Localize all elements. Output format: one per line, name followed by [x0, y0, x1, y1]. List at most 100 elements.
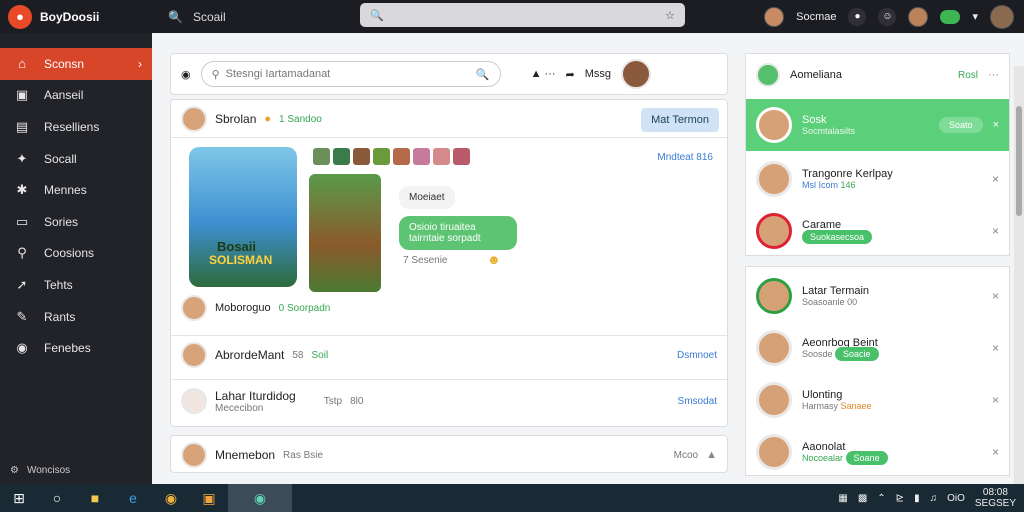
more-icon[interactable]: ··· — [988, 69, 999, 81]
like-icon[interactable]: ▲ ··· — [531, 68, 556, 80]
avatar[interactable] — [756, 434, 792, 470]
status-badge: Soacie — [835, 347, 879, 361]
emoji-icon[interactable]: ☻ — [487, 252, 501, 267]
friend-item[interactable]: Aaonolat Nocoealar Soane × — [746, 427, 1009, 477]
folder-icon[interactable]: ■ — [76, 484, 114, 512]
avatar[interactable] — [756, 330, 792, 366]
user-avatar[interactable] — [764, 6, 785, 27]
avatar[interactable] — [181, 388, 207, 414]
friend-item[interactable]: Latar Termain Soasoanle 00 × — [746, 271, 1009, 321]
account-avatar[interactable] — [990, 4, 1014, 29]
panel-action[interactable]: Rosl — [958, 70, 978, 81]
close-icon[interactable]: × — [992, 393, 999, 407]
avatar[interactable] — [756, 213, 792, 249]
user-label[interactable]: Socmae — [796, 11, 836, 23]
close-icon[interactable]: × — [992, 172, 999, 186]
post-author[interactable]: Sbrolan — [215, 112, 256, 126]
keyboard-icon[interactable]: ▦ — [838, 493, 847, 504]
friend-item[interactable]: Ulonting Harmasy Sanaee × — [746, 375, 1009, 425]
clock[interactable]: 08:08 SEGSEY — [975, 487, 1016, 509]
scrollbar[interactable] — [1014, 66, 1024, 512]
share-icon[interactable]: ➦ — [566, 68, 575, 81]
close-icon[interactable]: × — [992, 224, 999, 238]
like-icon[interactable]: ▲ — [706, 449, 717, 461]
sidebar-item[interactable]: ➚ Tehts — [0, 269, 152, 301]
profile-icon[interactable]: ☺ — [878, 7, 897, 26]
close-icon[interactable]: × — [992, 445, 999, 459]
composer-action[interactable]: Mssg — [585, 68, 611, 80]
display-icon[interactable]: ▩ — [858, 493, 867, 504]
sidebar-item[interactable]: ▭ Sories — [0, 206, 152, 238]
game-title: Bosaii — [217, 239, 257, 254]
thumbnail[interactable] — [453, 148, 470, 165]
avatar[interactable] — [181, 295, 207, 321]
sidebar-item-home[interactable]: ⌂ Sconsn › — [0, 48, 152, 80]
chrome-icon[interactable]: ◉ — [152, 484, 190, 512]
close-icon[interactable]: × — [993, 119, 999, 131]
suggestion-item[interactable]: Carame Suokasecsoa × — [746, 206, 1009, 256]
scrollbar-thumb[interactable] — [1016, 106, 1022, 216]
avatar[interactable] — [181, 106, 207, 132]
list-item[interactable]: Lahar Iturdidog Mececibon Tstp 8l0 Smsod… — [181, 388, 717, 414]
composer-input[interactable]: ⚲ Stesngi Iartamadanat 🔍 — [200, 61, 501, 87]
network-icon[interactable]: ⊵ — [896, 493, 904, 504]
edge-icon[interactable]: e — [114, 484, 152, 512]
suggestion-button[interactable]: Soato — [939, 117, 983, 133]
top-right-controls: Socmae ● ☺ ▾ — [764, 0, 1014, 33]
avatar[interactable] — [181, 442, 207, 468]
chevron-up-icon[interactable]: ⌃ — [877, 493, 885, 504]
thumbnail[interactable] — [413, 148, 430, 165]
suggestion-item[interactable]: Trangonre Kerlpay Msl Icom 146 × — [746, 154, 1009, 204]
list-item-action[interactable]: Dsmnoet — [677, 350, 717, 361]
friend-avatar[interactable] — [908, 6, 929, 27]
list-item-action[interactable]: Smsodat — [678, 396, 717, 407]
avatar[interactable] — [756, 382, 792, 418]
post-action[interactable]: Mcoo — [674, 450, 698, 461]
follow-button[interactable]: Mat Termon — [641, 108, 719, 132]
game-image[interactable]: Bosaii SOLISMAN — [189, 147, 297, 287]
sidebar-item[interactable]: ⚲ Coosions — [0, 238, 152, 270]
post-author[interactable]: Mnemebon — [215, 448, 275, 462]
thumbnail[interactable] — [393, 148, 410, 165]
comment-author[interactable]: Moboroguo — [215, 302, 271, 314]
global-search-input[interactable]: 🔍 ☆ — [360, 3, 685, 27]
game-image[interactable] — [309, 174, 381, 292]
close-icon[interactable]: × — [992, 341, 999, 355]
sidebar-item[interactable]: ✎ Rants — [0, 301, 152, 333]
app-brand[interactable]: ● BoyDoosii — [0, 0, 152, 33]
task-view-icon[interactable]: ○ — [38, 484, 76, 512]
sidebar-item[interactable]: ✦ Socall — [0, 143, 152, 175]
thumbnail[interactable] — [433, 148, 450, 165]
avatar[interactable] — [621, 59, 652, 89]
sidebar-item[interactable]: ✱ Mennes — [0, 174, 152, 206]
close-icon[interactable]: × — [992, 289, 999, 303]
sidebar-item[interactable]: ◉ Fenebes — [0, 332, 152, 364]
thumbnail[interactable] — [313, 148, 330, 165]
top-search-link[interactable]: 🔍 Scoail — [168, 10, 348, 24]
thumbnail[interactable] — [353, 148, 370, 165]
avatar[interactable] — [756, 278, 792, 314]
sidebar-item-label: Fenebes — [44, 341, 91, 356]
sidebar-item[interactable]: ▤ Reselliens — [0, 111, 152, 143]
battery-icon[interactable]: ▮ — [914, 493, 920, 504]
avatar[interactable] — [756, 161, 792, 197]
post-header: Mnemebon Ras Bsie Mcoo ▲ — [181, 442, 717, 468]
star-icon[interactable]: ☆ — [665, 9, 675, 22]
volume-icon[interactable]: ♫ — [930, 493, 938, 504]
avatar[interactable] — [756, 107, 792, 143]
status-toggle[interactable] — [940, 9, 961, 24]
list-item[interactable]: AbrordeMant 58 Soil Dsmnoet — [181, 342, 717, 368]
notification-icon[interactable]: ● — [848, 7, 867, 26]
chevron-down-icon[interactable]: ▾ — [972, 10, 978, 23]
thumbnail[interactable] — [373, 148, 390, 165]
thumbnail[interactable] — [333, 148, 350, 165]
avatar[interactable] — [181, 342, 207, 368]
app-active-icon[interactable]: ◉ — [228, 484, 292, 512]
windows-start-icon[interactable]: ⊞ — [0, 484, 38, 512]
sidebar-item[interactable]: ▣ Aanseil — [0, 80, 152, 112]
friend-item[interactable]: Aeonrbog Beint Soosde Soacie × — [746, 323, 1009, 373]
suggestion-item[interactable]: Sosk Socmtalasilts Soato × — [746, 99, 1009, 151]
sidebar-footer[interactable]: ⚙ Woncisos — [10, 465, 70, 476]
camera-icon[interactable]: ◉ — [181, 68, 191, 81]
app-icon[interactable]: ▣ — [190, 484, 228, 512]
